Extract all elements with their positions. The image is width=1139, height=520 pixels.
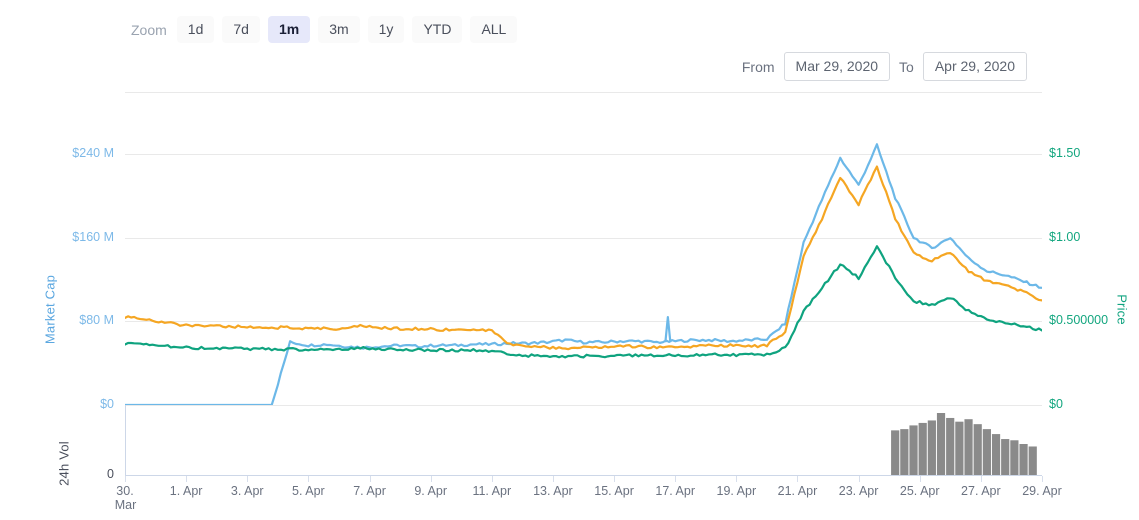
x-axis-tick-label-6: 11. Apr — [472, 484, 512, 498]
x-axis-tick-mark — [980, 476, 982, 482]
volume-bar — [964, 419, 973, 475]
x-axis-tick-mark — [858, 476, 860, 482]
x-axis-tick-label-1: 1. Apr — [169, 484, 203, 498]
range-button-ytd[interactable]: YTD — [412, 16, 463, 43]
volume-bar — [982, 429, 991, 475]
x-axis-tick-label-13: 25. Apr — [899, 484, 940, 498]
price-tick-0: $0 — [1049, 397, 1063, 411]
x-axis-tick-mark — [308, 476, 310, 482]
price-tick-3: $1.50 — [1049, 145, 1081, 160]
from-date-input[interactable]: Mar 29, 2020 — [783, 52, 891, 81]
market-cap-tick-3: $240 M — [72, 145, 114, 160]
volume-axis-title: 24h Vol — [56, 441, 72, 486]
x-axis-tick-mark — [369, 476, 371, 482]
x-axis-tick-mark — [1042, 476, 1043, 482]
market-cap-axis-title: Market Cap — [42, 274, 58, 345]
volume-bar — [918, 422, 927, 475]
range-button-3m[interactable]: 3m — [318, 16, 360, 43]
range-button-1d[interactable]: 1d — [176, 16, 215, 43]
x-axis-tick-label-8: 15. Apr — [594, 484, 634, 498]
volume-bar — [946, 417, 955, 475]
volume-bar — [1001, 439, 1010, 475]
chart-toolbar: Zoom 1d 7d 1m 3m 1y YTD ALL From Mar 29,… — [0, 0, 1139, 92]
volume-bar — [955, 421, 964, 475]
x-axis-tick-label-month: Mar — [114, 498, 137, 512]
x-axis-tick-mark — [491, 476, 493, 482]
series-line-market-cap — [125, 143, 1042, 405]
x-axis-tick-mark — [919, 476, 921, 482]
price-market-cap-plot — [125, 143, 1042, 405]
price-axis-title: Price — [1114, 294, 1130, 325]
volume-bar — [1028, 446, 1037, 475]
x-axis-tick-mark — [430, 476, 432, 482]
volume-bar — [973, 424, 982, 475]
x-axis-tick-label-10: 19. Apr — [716, 484, 757, 498]
range-button-all[interactable]: ALL — [470, 16, 518, 43]
market-cap-tick-1: $80 M — [79, 313, 114, 328]
x-axis-tick-label-15: 29. Apr — [1022, 484, 1062, 498]
date-range-group: From Mar 29, 2020 To Apr 29, 2020 — [742, 52, 1027, 81]
volume-tick-0: 0 — [107, 467, 114, 481]
volume-bar — [991, 434, 1001, 475]
volume-bar — [900, 429, 909, 475]
volume-bars-plot — [891, 413, 1037, 475]
x-axis-tick-label-11: 21. Apr — [777, 484, 818, 498]
x-axis-tick-label-7: 13. Apr — [533, 484, 573, 498]
x-axis-tick-mark — [736, 476, 738, 482]
series-line-price — [125, 245, 1042, 359]
volume-bar — [927, 420, 936, 475]
volume-panel-bottom-border — [125, 475, 1042, 476]
market-cap-tick-0: $0 — [100, 397, 114, 411]
to-label: To — [899, 58, 914, 75]
range-button-1m[interactable]: 1m — [267, 16, 311, 43]
x-axis-tick-label-5: 9. Apr — [414, 484, 447, 498]
series-line-market-cap-alt — [125, 165, 1042, 351]
market-cap-tick-2: $160 M — [72, 229, 114, 244]
x-axis-tick-mark — [614, 476, 616, 482]
x-axis-tick-mark — [247, 476, 249, 482]
x-axis-tick-label-12: 23. Apr — [838, 484, 879, 498]
from-label: From — [741, 58, 775, 75]
x-axis-tick-mark — [552, 476, 554, 482]
x-axis-tick-label-2: 3. Apr — [230, 484, 264, 498]
chart-canvas[interactable]: Market Cap Price 24h Vol $0 $80 M $160 M $2… — [0, 92, 1139, 520]
x-axis-tick-label-9: 17. Apr — [655, 484, 695, 498]
range-button-7d[interactable]: 7d — [222, 16, 260, 43]
zoom-label: Zoom — [131, 21, 167, 38]
x-axis-tick-mark — [675, 476, 677, 482]
x-axis-tick-label-4: 7. Apr — [353, 484, 386, 498]
zoom-range-group: Zoom 1d 7d 1m 3m 1y YTD ALL — [131, 16, 518, 43]
volume-bar — [936, 413, 946, 475]
x-axis-tick-label-0: 30. Mar — [114, 484, 137, 512]
series-spike-market-cap — [664, 316, 672, 343]
x-axis-tick-mark — [186, 476, 188, 482]
chart-top-border — [125, 92, 1042, 93]
x-axis-tick-mark — [797, 476, 799, 482]
price-tick-2: $1.00 — [1049, 229, 1081, 244]
x-axis-tick-mark — [125, 476, 126, 482]
to-date-input[interactable]: Apr 29, 2020 — [922, 52, 1027, 81]
price-tick-1: $0.500000 — [1049, 313, 1109, 328]
x-axis-tick-label-3: 5. Apr — [292, 484, 325, 498]
volume-bar — [891, 430, 900, 475]
range-button-1y[interactable]: 1y — [367, 16, 405, 43]
volume-bar — [909, 425, 918, 475]
volume-bar — [1010, 440, 1019, 475]
volume-bar — [1019, 444, 1028, 475]
x-axis-tick-label-14: 27. Apr — [961, 484, 1001, 498]
